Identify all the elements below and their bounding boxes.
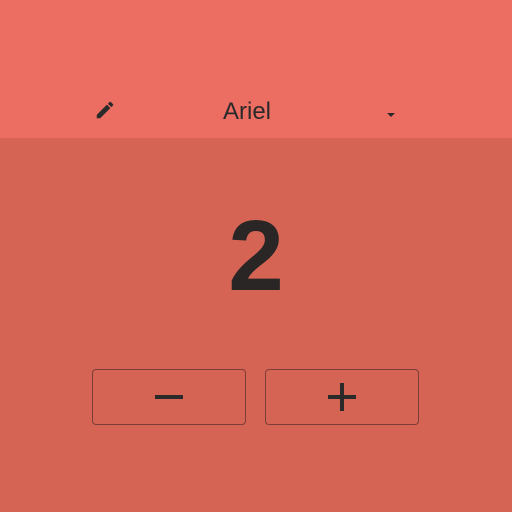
increment-button[interactable] xyxy=(265,369,419,425)
counter-value: 2 xyxy=(228,200,284,312)
minus-icon xyxy=(155,395,183,399)
counter-app: Ariel 2 xyxy=(0,0,512,512)
pencil-icon[interactable] xyxy=(94,99,116,121)
decrement-button[interactable] xyxy=(92,369,246,425)
player-name: Ariel xyxy=(222,98,271,125)
player-select[interactable]: Ariel xyxy=(140,90,410,134)
header-bar: Ariel xyxy=(0,0,512,138)
caret-down-icon xyxy=(384,107,398,117)
plus-icon xyxy=(328,383,356,411)
